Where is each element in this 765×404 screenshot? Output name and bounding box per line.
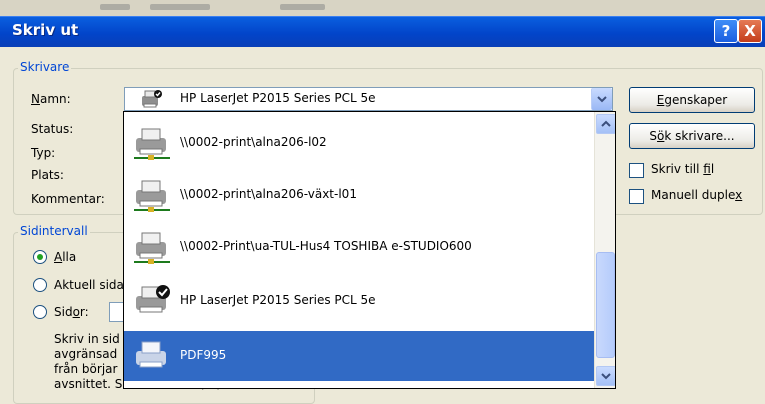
printer-list-item-label: PDF995 bbox=[180, 348, 227, 362]
manual-duplex-checkbox[interactable] bbox=[629, 189, 644, 204]
pages-radio[interactable] bbox=[33, 305, 47, 319]
scroll-up-button[interactable] bbox=[596, 114, 615, 134]
printer-list-item[interactable]: HP LaserJet P2015 Series PCL 5e bbox=[124, 276, 595, 326]
printer-list-item-label: \\0002-Print\ua-TUL-Hus4 TOSHIBA e-STUDI… bbox=[180, 239, 472, 253]
title-bar bbox=[0, 0, 765, 47]
print-to-file-checkbox[interactable] bbox=[629, 163, 644, 178]
close-button[interactable]: X bbox=[738, 19, 762, 43]
network-printer-icon bbox=[134, 128, 170, 160]
name-label: Namn: bbox=[31, 92, 71, 106]
network-printer-icon bbox=[134, 180, 170, 212]
default-printer-icon bbox=[142, 90, 162, 108]
page-range-hint-line-3: från börjar bbox=[54, 362, 118, 376]
chevron-down-icon bbox=[597, 96, 607, 103]
printer-dropdown-list[interactable]: \\0002-print\alna206-l02 \\0002-print\al… bbox=[123, 111, 616, 389]
comment-label: Kommentar: bbox=[31, 192, 105, 206]
page-range-legend: Sidintervall bbox=[18, 224, 90, 238]
selected-printer-text: HP LaserJet P2015 Series PCL 5e bbox=[180, 91, 376, 105]
scrollbar-thumb[interactable] bbox=[596, 252, 615, 358]
caption-bar bbox=[0, 16, 765, 47]
type-label: Typ: bbox=[31, 146, 56, 160]
printer-list-item[interactable]: \\0002-print\alna206-l02 bbox=[124, 118, 595, 168]
find-printer-button[interactable]: Sök skrivare... bbox=[629, 123, 755, 149]
chevron-down-icon bbox=[601, 373, 611, 380]
default-printer-icon bbox=[136, 285, 170, 313]
page-range-hint-line-2: avgränsad bbox=[54, 347, 118, 361]
page-range-hint-line-1: Skriv in sid bbox=[54, 332, 120, 346]
combobox-dropdown-button[interactable] bbox=[591, 88, 612, 110]
current-page-radio[interactable] bbox=[33, 278, 47, 292]
all-pages-label: Alla bbox=[54, 250, 77, 264]
printer-list-item[interactable]: \\0002-Print\ua-TUL-Hus4 TOSHIBA e-STUDI… bbox=[124, 222, 595, 272]
chevron-up-icon bbox=[601, 120, 611, 127]
printer-list-item[interactable]: \\0002-print\alna206-växt-l01 bbox=[124, 170, 595, 220]
all-pages-radio[interactable] bbox=[33, 250, 47, 264]
printer-icon bbox=[136, 341, 166, 368]
location-label: Plats: bbox=[31, 168, 64, 182]
network-printer-icon bbox=[134, 232, 170, 264]
help-button[interactable]: ? bbox=[714, 19, 738, 43]
printer-list-item-label: HP LaserJet P2015 Series PCL 5e bbox=[180, 293, 376, 307]
pages-label: Sidor: bbox=[54, 305, 89, 319]
printer-list-item-selected[interactable]: PDF995 bbox=[124, 331, 595, 381]
properties-button[interactable]: Egenskaper bbox=[629, 87, 755, 113]
status-label: Status: bbox=[31, 122, 74, 136]
manual-duplex-label: Manuell duplex bbox=[651, 188, 743, 202]
printer-group-legend: Skrivare bbox=[18, 60, 72, 74]
dialog-title: Skriv ut bbox=[12, 21, 79, 39]
current-page-label: Aktuell sida bbox=[54, 278, 124, 292]
printer-list-item-label: \\0002-print\alna206-växt-l01 bbox=[180, 187, 357, 201]
background-window-strip bbox=[0, 0, 765, 16]
scroll-down-button[interactable] bbox=[596, 366, 615, 386]
printer-name-combobox[interactable]: HP LaserJet P2015 Series PCL 5e bbox=[124, 87, 613, 111]
printer-list-item-label: \\0002-print\alna206-l02 bbox=[180, 135, 327, 149]
print-to-file-label: Skriv till fil bbox=[651, 162, 715, 176]
dropdown-scrollbar[interactable] bbox=[594, 112, 615, 388]
